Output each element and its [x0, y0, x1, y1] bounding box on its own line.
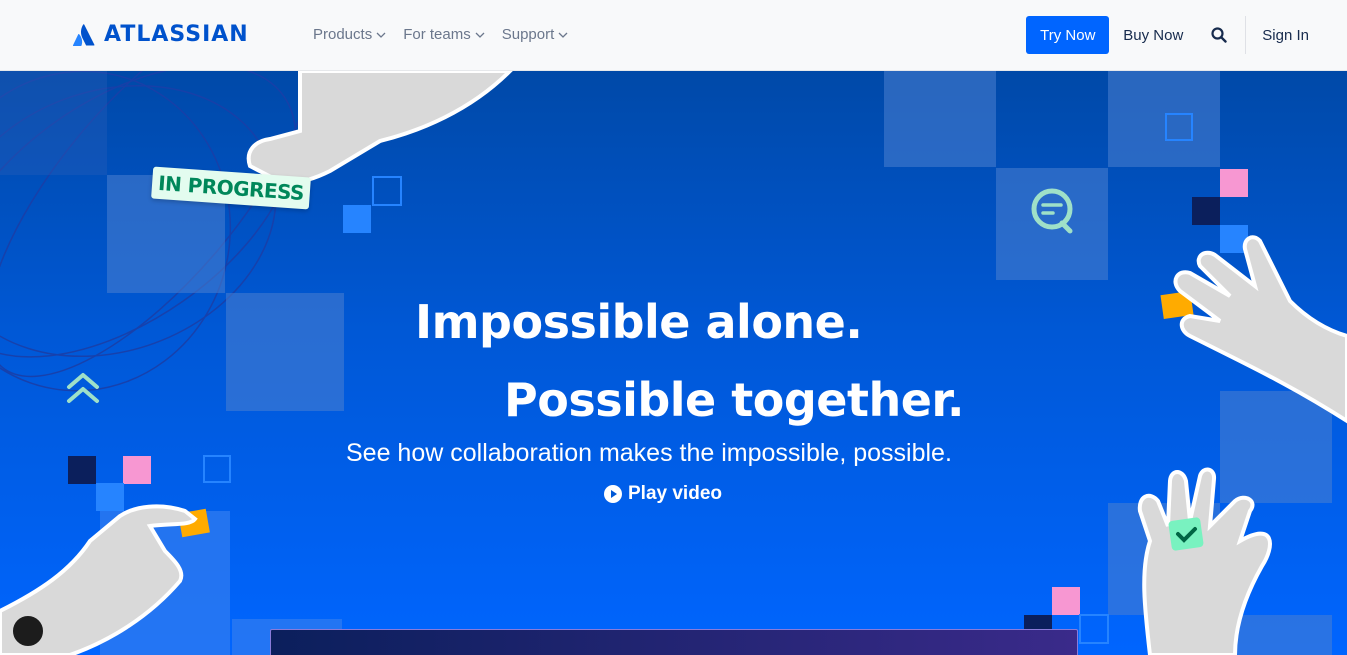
- tile: [123, 456, 151, 484]
- chevron-down-icon: [558, 32, 568, 38]
- tile: [226, 293, 344, 411]
- hero-subtitle: See how collaboration makes the impossib…: [346, 439, 952, 467]
- play-video-label: Play video: [628, 483, 722, 504]
- tile: [96, 483, 124, 511]
- top-nav-bar: ATLASSIAN Products For teams Support Try…: [0, 0, 1347, 71]
- nav-support[interactable]: Support: [502, 26, 569, 43]
- tile: [203, 455, 231, 483]
- tile: [996, 168, 1108, 280]
- tile: [343, 205, 371, 233]
- video-preview-panel[interactable]: [270, 629, 1078, 655]
- check-note: [1168, 517, 1204, 551]
- hand-top-left: [246, 71, 513, 185]
- nav-for-teams[interactable]: For teams: [403, 26, 485, 43]
- play-video-button[interactable]: Play video: [604, 483, 722, 505]
- main-nav: Products For teams Support: [313, 26, 568, 43]
- tile: [884, 71, 996, 167]
- buy-now-link[interactable]: Buy Now: [1123, 27, 1183, 44]
- tile: [372, 176, 402, 206]
- tile: [1052, 587, 1080, 615]
- nav-support-label: Support: [501, 26, 555, 43]
- double-chevron-icon: [67, 373, 99, 403]
- atlassian-logo[interactable]: ATLASSIAN: [72, 22, 249, 47]
- header-actions: Try Now Buy Now Sign In: [1026, 16, 1309, 54]
- tile: [1079, 614, 1109, 644]
- nav-for-teams-label: For teams: [403, 26, 471, 43]
- tile: [1220, 169, 1248, 197]
- search-icon: [1211, 27, 1227, 43]
- sign-in-link[interactable]: Sign In: [1262, 27, 1309, 44]
- hero-headline-line2: Possible together.: [504, 373, 965, 427]
- hero-section: IN PROGRESS Impossible alone. Possible t…: [0, 71, 1347, 655]
- nav-products[interactable]: Products: [313, 26, 386, 43]
- nav-products-label: Products: [313, 26, 373, 43]
- hero-decoration: [0, 71, 1347, 655]
- try-now-button[interactable]: Try Now: [1026, 16, 1110, 54]
- tile: [1220, 391, 1332, 503]
- tile: [0, 71, 107, 175]
- header-divider: [1245, 16, 1247, 54]
- hero-headline-line1: Impossible alone.: [415, 295, 863, 349]
- brand-name: ATLASSIAN: [104, 22, 249, 47]
- chevron-down-icon: [376, 32, 386, 38]
- search-button[interactable]: [1209, 25, 1229, 45]
- atlassian-mark-icon: [72, 23, 95, 46]
- play-circle-icon: [604, 485, 622, 503]
- chevron-down-icon: [475, 32, 485, 38]
- tile: [68, 456, 96, 484]
- tile: [1108, 71, 1220, 167]
- tile: [1192, 197, 1220, 225]
